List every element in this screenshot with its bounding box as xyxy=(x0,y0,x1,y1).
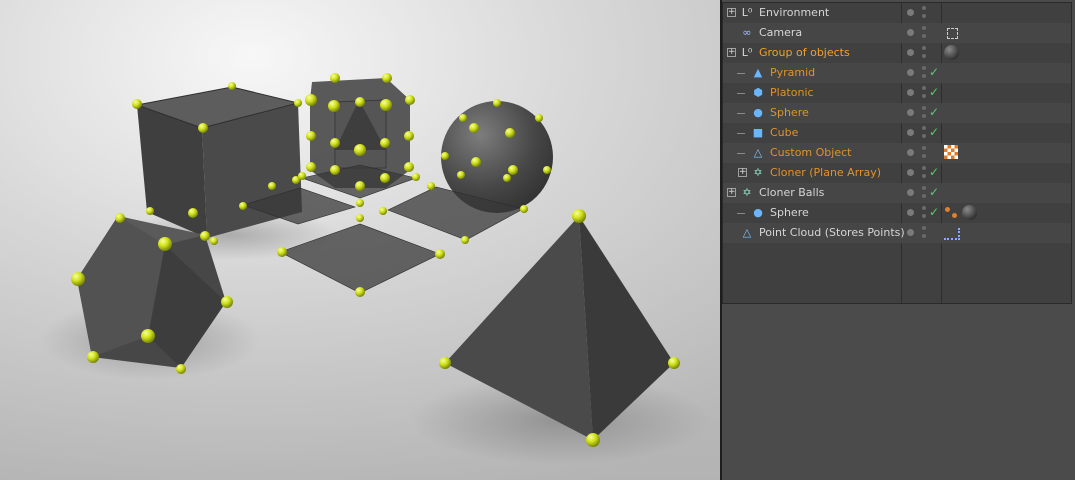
object-row-cube[interactable]: ■ Cube ✓ xyxy=(723,123,1071,143)
render-dots-icon[interactable] xyxy=(922,226,926,242)
object-row-platonic[interactable]: ⬢ Platonic ✓ xyxy=(723,83,1071,103)
polygon-object-icon: △ xyxy=(742,226,752,239)
checker-tag-icon[interactable] xyxy=(944,145,960,161)
expand-toggle-icon[interactable]: + xyxy=(727,188,736,197)
tree-line xyxy=(737,113,745,114)
visibility-dot-icon[interactable] xyxy=(907,69,914,76)
polygon-object-icon: △ xyxy=(753,146,763,159)
enabled-check-icon[interactable]: ✓ xyxy=(929,85,939,99)
visibility-dot-icon[interactable] xyxy=(907,89,914,96)
visibility-dot-icon[interactable] xyxy=(907,169,914,176)
visibility-dot-icon[interactable] xyxy=(907,9,914,16)
tree-line xyxy=(737,153,745,154)
render-dots-icon[interactable] xyxy=(922,86,926,102)
object-row-sphere[interactable]: ● Sphere ✓ xyxy=(723,103,1071,123)
visibility-dot-icon[interactable] xyxy=(907,149,914,156)
expand-toggle-icon[interactable]: + xyxy=(727,8,736,17)
object-name[interactable]: Pyramid xyxy=(770,66,815,80)
object-row-pyramid[interactable]: ▲ Pyramid ✓ xyxy=(723,63,1071,83)
expand-toggle-icon[interactable]: + xyxy=(727,48,736,57)
render-dots-icon[interactable] xyxy=(922,186,926,202)
tree-line xyxy=(737,213,745,214)
enabled-check-icon[interactable]: ✓ xyxy=(929,185,939,199)
object-manager-panel: + L⁰ Environment ∞ Camera + L⁰ Group of objects… xyxy=(722,0,1075,480)
visibility-dot-icon[interactable] xyxy=(907,189,914,196)
sphere-icon: ● xyxy=(753,106,763,119)
render-dots-icon[interactable] xyxy=(922,106,926,122)
tree-line xyxy=(737,73,745,74)
object-name[interactable]: Platonic xyxy=(770,86,814,100)
enabled-check-icon[interactable]: ✓ xyxy=(929,65,939,79)
camera-icon: ∞ xyxy=(742,26,752,39)
material-tag-icon[interactable] xyxy=(962,205,978,221)
object-name[interactable]: Group of objects xyxy=(759,46,850,60)
null-object-icon: L⁰ xyxy=(741,46,753,59)
object-name[interactable]: Environment xyxy=(759,6,829,20)
cloner-icon: ✡ xyxy=(742,186,752,199)
render-dots-icon[interactable] xyxy=(922,46,926,62)
mograph-tag-icon[interactable] xyxy=(944,205,960,221)
material-tag-icon[interactable] xyxy=(944,45,960,61)
object-name[interactable]: Sphere xyxy=(770,206,809,220)
object-row-group-of-objects[interactable]: + L⁰ Group of objects xyxy=(723,43,1071,63)
object-row-cloner-balls[interactable]: + ✡ Cloner Balls ✓ xyxy=(723,183,1071,203)
null-object-icon: L⁰ xyxy=(741,6,753,19)
tree-line xyxy=(737,93,745,94)
expand-toggle-icon[interactable]: + xyxy=(738,168,747,177)
visibility-dot-icon[interactable] xyxy=(907,229,914,236)
enabled-check-icon[interactable]: ✓ xyxy=(929,105,939,119)
object-row-cloner-plane-array[interactable]: + ✡ Cloner (Plane Array) ✓ xyxy=(723,163,1071,183)
tree-line xyxy=(737,133,745,134)
3d-viewport[interactable] xyxy=(0,0,720,480)
visibility-dot-icon[interactable] xyxy=(907,49,914,56)
object-row-sphere-2[interactable]: ● Sphere ✓ xyxy=(723,203,1071,223)
object-name[interactable]: Cloner (Plane Array) xyxy=(770,166,881,180)
object-name[interactable]: Point Cloud (Stores Points) xyxy=(759,226,905,240)
visibility-dot-icon[interactable] xyxy=(907,129,914,136)
render-dots-icon[interactable] xyxy=(922,206,926,222)
render-dots-icon[interactable] xyxy=(922,6,926,22)
render-dots-icon[interactable] xyxy=(922,146,926,162)
render-dots-icon[interactable] xyxy=(922,66,926,82)
object-name[interactable]: Camera xyxy=(759,26,802,40)
object-name[interactable]: Cube xyxy=(770,126,798,140)
object-name[interactable]: Sphere xyxy=(770,106,809,120)
enabled-check-icon[interactable]: ✓ xyxy=(929,205,939,219)
cloner-icon: ✡ xyxy=(753,166,763,179)
object-row-custom-object[interactable]: △ Custom Object xyxy=(723,143,1071,163)
visibility-dot-icon[interactable] xyxy=(907,109,914,116)
enabled-check-icon[interactable]: ✓ xyxy=(929,165,939,179)
platonic-icon: ⬢ xyxy=(753,86,763,99)
points-tag-icon[interactable] xyxy=(944,225,960,241)
object-row-environment[interactable]: + L⁰ Environment xyxy=(723,3,1071,23)
render-dots-icon[interactable] xyxy=(922,166,926,182)
enabled-check-icon[interactable]: ✓ xyxy=(929,125,939,139)
visibility-dot-icon[interactable] xyxy=(907,29,914,36)
object-name[interactable]: Cloner Balls xyxy=(759,186,824,200)
render-dots-icon[interactable] xyxy=(922,126,926,142)
visibility-dot-icon[interactable] xyxy=(907,209,914,216)
object-manager: + L⁰ Environment ∞ Camera + L⁰ Group of objects… xyxy=(722,2,1072,304)
cube-icon: ■ xyxy=(752,126,764,139)
object-row-point-cloud[interactable]: △ Point Cloud (Stores Points) xyxy=(723,223,1071,243)
protection-tag-icon[interactable] xyxy=(944,25,960,41)
pyramid-icon: ▲ xyxy=(753,66,763,79)
object-name[interactable]: Custom Object xyxy=(770,146,851,160)
render-dots-icon[interactable] xyxy=(922,26,926,42)
sphere-icon: ● xyxy=(753,206,763,219)
object-row-camera[interactable]: ∞ Camera xyxy=(723,23,1071,43)
